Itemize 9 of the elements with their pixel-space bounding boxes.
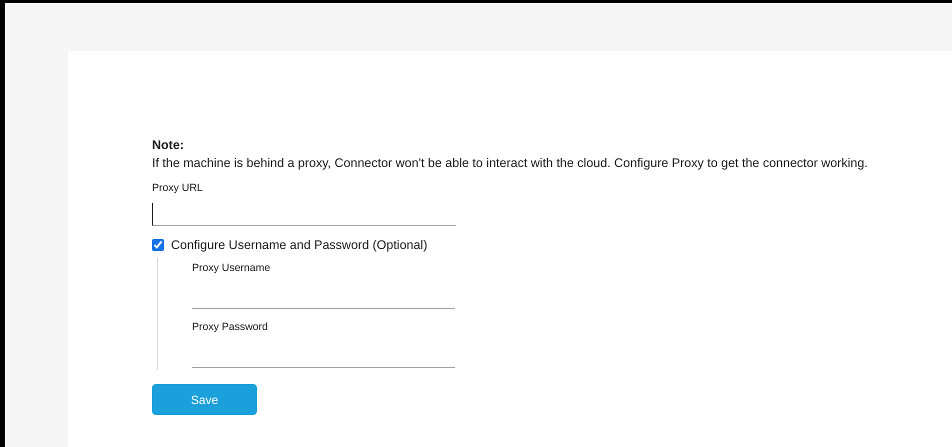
input-field[interactable] — [152, 203, 456, 226]
field-label: Proxy Password — [192, 321, 268, 333]
field-label: Proxy URL — [152, 182, 203, 194]
note-title: Note: — [152, 137, 185, 154]
save-button[interactable]: Save — [152, 384, 257, 415]
note-text: If the machine is behind a proxy, Connector won't be able to interact with the cloud. Configure Proxy to get the connector working. — [152, 155, 869, 172]
checkbox[interactable] — [152, 239, 164, 251]
field-label: Proxy Username — [192, 262, 270, 274]
checkbox-label: Configure Username and Password (Optional) — [171, 238, 428, 252]
